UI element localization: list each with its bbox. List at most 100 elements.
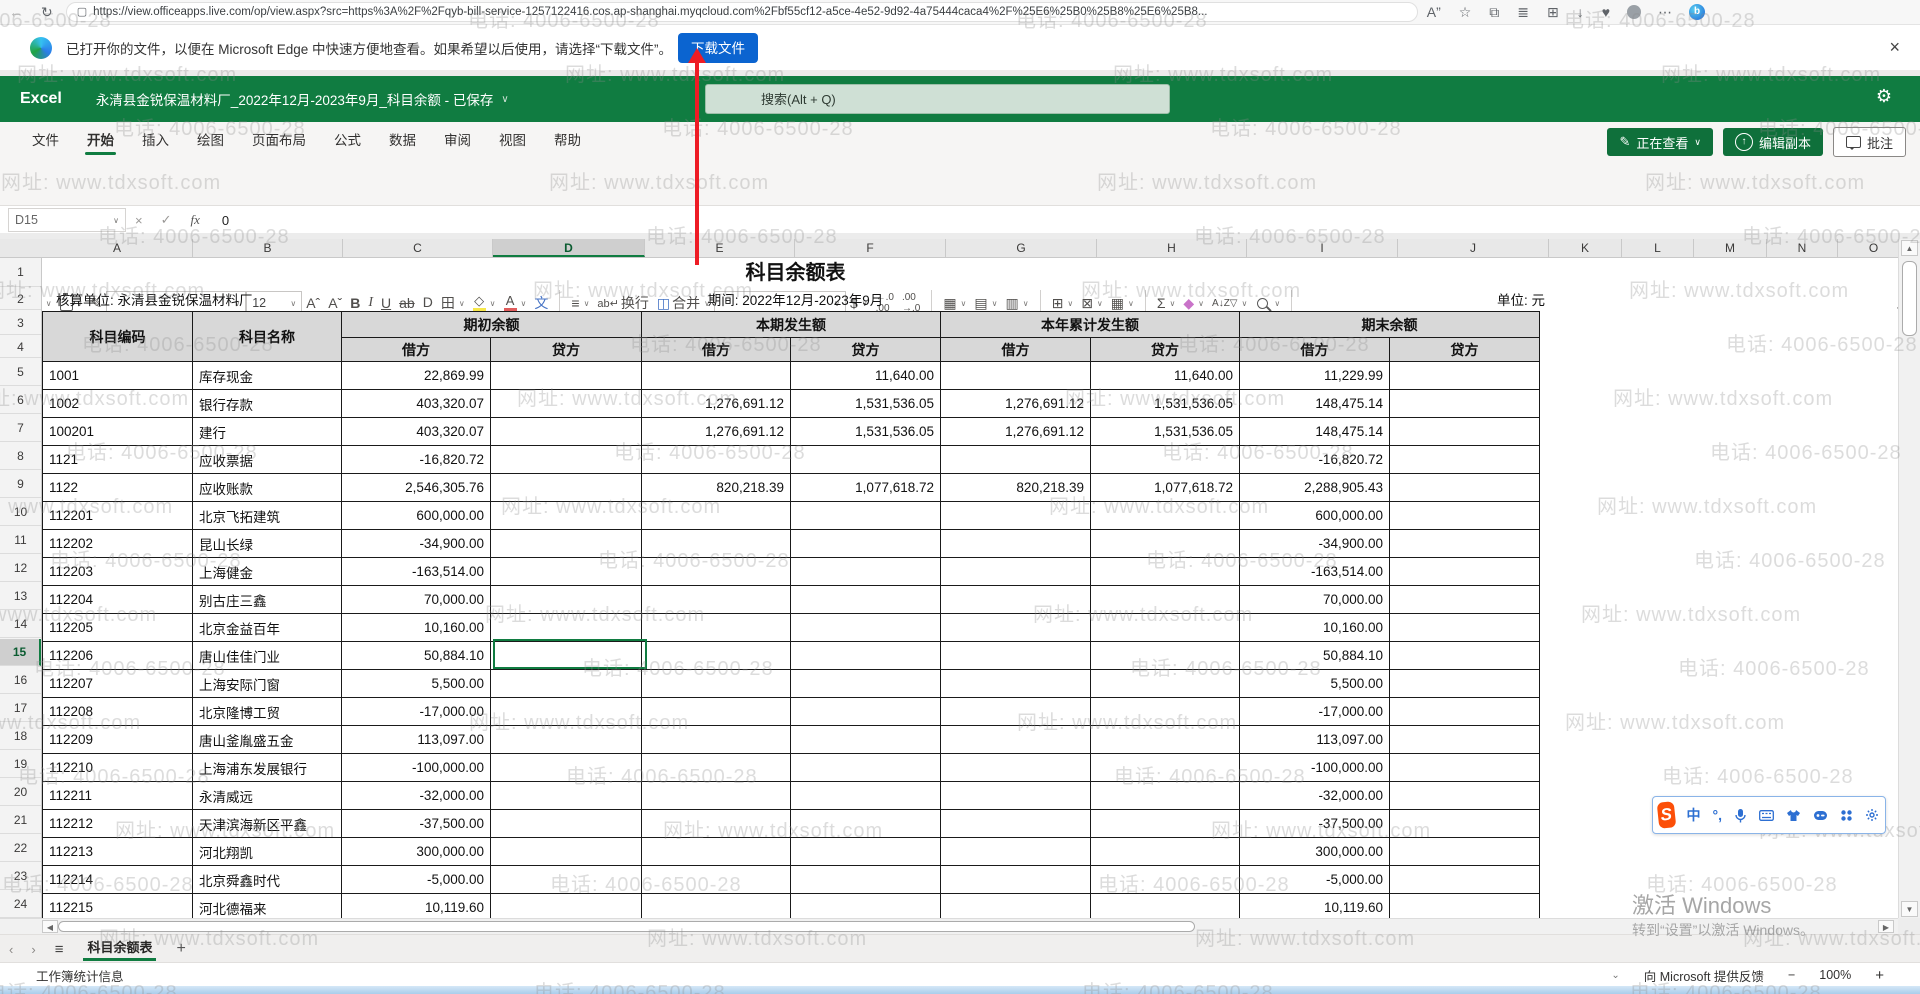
cell-i[interactable]: 600,000.00 — [1240, 502, 1390, 530]
cell-name[interactable]: 北京舜鑫时代 — [193, 866, 342, 894]
sheet-tab-active[interactable]: 科目余额表 — [73, 935, 166, 963]
cell-h[interactable] — [1091, 782, 1240, 810]
sheet-report-title[interactable]: 科目余额表 — [42, 258, 1549, 288]
cell-code[interactable]: 112214 — [43, 866, 193, 894]
cell-e[interactable] — [642, 698, 791, 726]
row-header-18[interactable]: 18 — [0, 723, 41, 750]
ribbon-tab-审阅[interactable]: 审阅 — [430, 122, 485, 160]
cell-code[interactable]: 1121 — [43, 446, 193, 474]
cell-code[interactable]: 1002 — [43, 390, 193, 418]
cell-e[interactable] — [642, 810, 791, 838]
vertical-scrollbar[interactable]: ▲ ▼ — [1898, 239, 1920, 918]
cell-h[interactable]: 1,531,536.05 — [1091, 418, 1240, 446]
cell-code[interactable]: 112207 — [43, 670, 193, 698]
cell-e[interactable] — [642, 586, 791, 614]
cell-i[interactable]: -37,500.00 — [1240, 810, 1390, 838]
cell-c[interactable]: 403,320.07 — [342, 418, 491, 446]
cell-c[interactable]: 10,160.00 — [342, 614, 491, 642]
browser-essentials-icon[interactable]: ♥ — [1602, 0, 1610, 24]
cell-name[interactable]: 银行存款 — [193, 390, 342, 418]
cell-h[interactable]: 1,531,536.05 — [1091, 390, 1240, 418]
downloads-icon[interactable]: ↓ — [1577, 0, 1584, 24]
cell-name[interactable]: 唐山釜胤盛五金 — [193, 726, 342, 754]
cell-d[interactable] — [491, 362, 642, 390]
cell-f[interactable] — [791, 838, 941, 866]
split-screen-icon[interactable]: ⧉ — [1489, 0, 1499, 24]
cell-d[interactable] — [491, 418, 642, 446]
cell-code[interactable]: 112210 — [43, 754, 193, 782]
cell-f[interactable] — [791, 754, 941, 782]
cell-code[interactable]: 112203 — [43, 558, 193, 586]
cell-g[interactable] — [941, 698, 1091, 726]
cell-h[interactable] — [1091, 810, 1240, 838]
cell-d[interactable] — [491, 698, 642, 726]
cell-h[interactable] — [1091, 614, 1240, 642]
cell-h[interactable] — [1091, 698, 1240, 726]
cell-name[interactable]: 永清威远 — [193, 782, 342, 810]
cell-f[interactable]: 1,077,618.72 — [791, 474, 941, 502]
row-header-8[interactable]: 8 — [0, 443, 41, 470]
cell-g[interactable] — [941, 558, 1091, 586]
refresh-icon[interactable]: ↻ — [41, 0, 53, 24]
cell-d[interactable] — [491, 782, 642, 810]
cell-d[interactable] — [491, 810, 642, 838]
cell-h[interactable] — [1091, 642, 1240, 670]
cell-g[interactable] — [941, 614, 1091, 642]
ribbon-tab-插入[interactable]: 插入 — [128, 122, 183, 160]
cell-f[interactable] — [791, 586, 941, 614]
cell-name[interactable]: 上海健金 — [193, 558, 342, 586]
header-debit[interactable]: 借方 — [941, 338, 1091, 362]
ime-microphone-icon[interactable] — [1734, 808, 1747, 823]
row-header-16[interactable]: 16 — [0, 667, 41, 694]
favorite-star-icon[interactable]: ☆ — [1459, 0, 1472, 24]
cell-g[interactable] — [941, 586, 1091, 614]
cell-j[interactable] — [1390, 418, 1540, 446]
comments-button[interactable]: 批注 — [1833, 127, 1906, 157]
cell-d[interactable] — [491, 866, 642, 894]
cell-c[interactable]: -32,000.00 — [342, 782, 491, 810]
cell-f[interactable] — [791, 530, 941, 558]
cell-name[interactable]: 唐山佳佳门业 — [193, 642, 342, 670]
prev-sheet-icon[interactable]: ‹ — [9, 942, 13, 957]
cell-j[interactable] — [1390, 866, 1540, 894]
cell-g[interactable]: 820,218.39 — [941, 474, 1091, 502]
cell-code[interactable]: 112202 — [43, 530, 193, 558]
column-header-G[interactable]: G — [946, 239, 1097, 257]
cell-j[interactable] — [1390, 446, 1540, 474]
cell-i[interactable]: 148,475.14 — [1240, 390, 1390, 418]
row-header-14[interactable]: 14 — [0, 611, 41, 638]
column-header-A[interactable]: A — [42, 239, 193, 257]
cell-j[interactable] — [1390, 530, 1540, 558]
cell-h[interactable] — [1091, 530, 1240, 558]
all-sheets-icon[interactable]: ≡ — [55, 941, 64, 958]
header-credit[interactable]: 贷方 — [1390, 338, 1540, 362]
cell-c[interactable]: 300,000.00 — [342, 838, 491, 866]
cell-e[interactable] — [642, 558, 791, 586]
collections-icon[interactable]: ⊞ — [1547, 0, 1559, 24]
cell-name[interactable]: 建行 — [193, 418, 342, 446]
feedback-link[interactable]: 向 Microsoft 提供反馈 — [1644, 966, 1764, 985]
cell-c[interactable]: 2,546,305.76 — [342, 474, 491, 502]
header-debit[interactable]: 借方 — [342, 338, 491, 362]
edit-copy-button[interactable]: ↑ 编辑副本 — [1723, 128, 1823, 156]
cell-i[interactable]: -34,900.00 — [1240, 530, 1390, 558]
cell-e[interactable]: 1,276,691.12 — [642, 418, 791, 446]
cell-c[interactable]: -163,514.00 — [342, 558, 491, 586]
header-name[interactable]: 科目名称 — [193, 312, 342, 362]
cell-i[interactable]: -17,000.00 — [1240, 698, 1390, 726]
cell-c[interactable]: 50,884.10 — [342, 642, 491, 670]
cell-c[interactable]: 70,000.00 — [342, 586, 491, 614]
cell-g[interactable] — [941, 502, 1091, 530]
scroll-up-icon[interactable]: ▲ — [1901, 240, 1918, 256]
cell-name[interactable]: 应收账款 — [193, 474, 342, 502]
cell-f[interactable]: 1,531,536.05 — [791, 418, 941, 446]
cell-f[interactable] — [791, 558, 941, 586]
cell-g[interactable]: 1,276,691.12 — [941, 418, 1091, 446]
cell-e[interactable] — [642, 614, 791, 642]
cell-i[interactable]: 5,500.00 — [1240, 670, 1390, 698]
cell-name[interactable]: 应收票据 — [193, 446, 342, 474]
column-header-N[interactable]: N — [1767, 239, 1838, 257]
cell-code[interactable]: 112209 — [43, 726, 193, 754]
cell-e[interactable] — [642, 446, 791, 474]
header-current-period[interactable]: 本期发生额 — [642, 312, 941, 338]
